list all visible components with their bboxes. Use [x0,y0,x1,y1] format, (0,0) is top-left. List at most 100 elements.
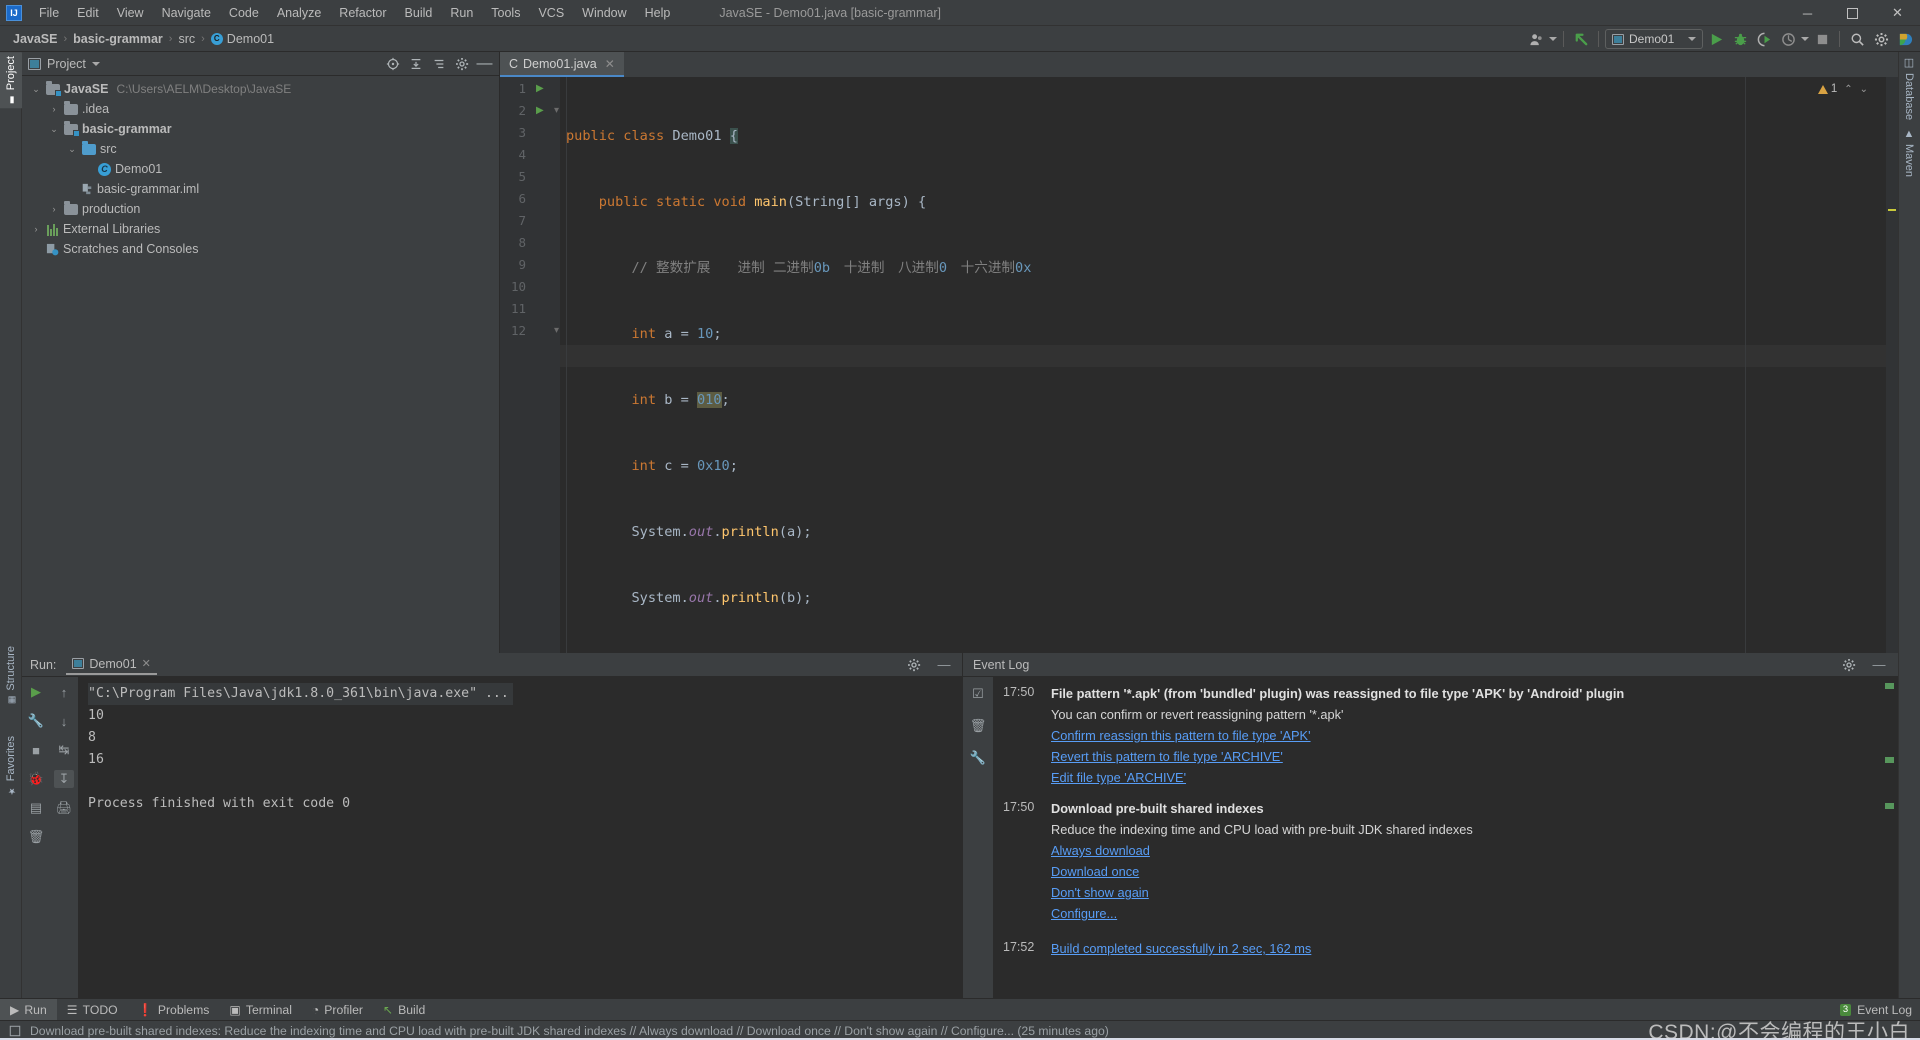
tree-twisty[interactable]: ⌄ [48,124,60,135]
debug-button[interactable] [1729,28,1751,50]
event-link-dont-show-again[interactable]: Don't show again [1051,882,1149,903]
code-fold-icon[interactable]: ▾ [554,325,559,336]
tool-button-profiler[interactable]: ◔ Profiler [302,999,373,1021]
edit-configuration-button[interactable]: 🔧 [26,712,46,730]
tree-node-demo01[interactable]: C Demo01 [22,159,499,179]
stop-button[interactable]: ■ [26,741,46,759]
tree-twisty[interactable]: ⌄ [66,144,78,155]
tree-node-external-libraries[interactable]: › External Libraries [22,219,499,239]
editor-body[interactable]: 1 2 3 4 5 6 7 8 9 10 11 12 ▶ ▶ ▾ ▾ publi… [500,77,1898,653]
settings-gear-icon[interactable] [1840,656,1858,674]
settings-gear-icon[interactable] [1870,28,1892,50]
clear-all-icon[interactable]: 🗑 [969,717,987,735]
run-configuration-selector[interactable]: Demo01 [1605,29,1703,49]
settings-gear-icon[interactable] [453,55,470,72]
settings-wrench-icon[interactable]: 🔧 [969,749,987,767]
menu-code[interactable]: Code [220,3,268,23]
event-link-configure[interactable]: Configure... [1051,903,1117,924]
event-link-edit-file-type[interactable]: Edit file type 'ARCHIVE' [1051,767,1186,788]
menu-file[interactable]: File [30,3,68,23]
event-link-revert-pattern[interactable]: Revert this pattern to file type 'ARCHIV… [1051,746,1283,767]
tool-button-build[interactable]: ↖ Build [373,999,435,1021]
event-link-download-once[interactable]: Download once [1051,861,1139,882]
sidebar-item-favorites[interactable]: ★ Favorites [0,732,22,799]
tool-button-todo[interactable]: ☰ TODO [57,999,128,1021]
maximize-button[interactable] [1830,0,1875,26]
menu-refactor[interactable]: Refactor [330,3,395,23]
tree-node-scratches[interactable]: Scratches and Consoles [22,239,499,259]
breadcrumb-demo01[interactable]: C Demo01 [206,30,279,48]
scroll-to-end-button[interactable]: ↧ [54,770,74,788]
event-link-always-download[interactable]: Always download [1051,840,1150,861]
run-button[interactable] [1705,28,1727,50]
editor-gutter[interactable]: 1 2 3 4 5 6 7 8 9 10 11 12 ▶ ▶ ▾ ▾ [500,77,560,653]
menu-analyze[interactable]: Analyze [268,3,330,23]
editor-scroll-markers[interactable] [1886,77,1898,653]
breadcrumb-src[interactable]: src [173,30,200,48]
run-with-coverage-button[interactable] [1753,28,1775,50]
run-panel-tab[interactable]: Demo01 ✕ [66,655,157,675]
update-project-icon[interactable] [1570,28,1592,50]
tool-button-terminal[interactable]: ▣ Terminal [219,999,302,1021]
console-output[interactable]: "C:\Program Files\Java\jdk1.8.0_361\bin\… [78,677,962,998]
tree-node-production[interactable]: › production [22,199,499,219]
ide-feature-icon[interactable] [1894,28,1916,50]
user-account-icon[interactable] [1525,28,1547,50]
close-icon[interactable]: ✕ [605,57,615,71]
tree-twisty[interactable]: › [48,204,60,214]
close-icon[interactable]: ✕ [142,657,151,670]
code-content[interactable]: public class Demo01 { public static void… [560,77,1898,653]
profiler-button[interactable] [1777,28,1799,50]
mark-all-read-icon[interactable]: ☑ [969,685,987,703]
stop-button[interactable] [1811,28,1833,50]
tool-button-run[interactable]: ▶ Run [0,998,57,1021]
project-tree[interactable]: ⌄ JavaSE C:\Users\AELM\Desktop\JavaSE › … [22,76,499,653]
event-link-build-completed[interactable]: Build completed successfully in 2 sec, 1… [1051,938,1311,959]
warning-marker[interactable] [1888,209,1896,211]
close-button[interactable]: ✕ [1875,0,1920,26]
minimize-button[interactable]: ─ [1785,0,1830,26]
soft-wrap-button[interactable]: ↹ [54,741,74,759]
scroll-marker[interactable] [1885,803,1894,809]
user-account-dropdown-caret[interactable] [1549,37,1557,41]
layout-button[interactable]: ▤ [26,799,46,817]
breadcrumb-javase[interactable]: JavaSE [8,30,62,48]
menu-tools[interactable]: Tools [482,3,529,23]
profiler-dropdown-caret[interactable] [1801,37,1809,41]
debug-button[interactable]: 🐞 [26,770,46,788]
tree-node-basic-grammar[interactable]: ⌄ basic-grammar [22,119,499,139]
select-opened-file-icon[interactable] [384,55,401,72]
tree-node-iml[interactable]: basic-grammar.iml [22,179,499,199]
tool-button-event-log-label[interactable]: Event Log [1857,1003,1912,1017]
sidebar-item-structure[interactable]: ▦ Structure [0,642,22,709]
hide-panel-icon[interactable]: — [476,55,493,72]
scroll-marker[interactable] [1885,757,1894,763]
menu-edit[interactable]: Edit [68,3,108,23]
scroll-up-button[interactable]: ↑ [54,683,74,701]
hide-panel-icon[interactable]: — [1870,656,1888,674]
tree-node-idea[interactable]: › .idea [22,99,499,119]
tree-twisty[interactable]: › [48,104,60,114]
expand-all-icon[interactable] [430,55,447,72]
collapse-all-icon[interactable] [407,55,424,72]
sidebar-item-maven[interactable]: ▲ Maven [1898,124,1920,181]
tree-node-javase[interactable]: ⌄ JavaSE C:\Users\AELM\Desktop\JavaSE [22,79,499,99]
search-everywhere-icon[interactable] [1846,28,1868,50]
scroll-marker[interactable] [1885,683,1894,689]
menu-vcs[interactable]: VCS [529,3,573,23]
sidebar-item-database[interactable]: ◫ Database [1898,52,1920,124]
scroll-down-button[interactable]: ↓ [54,712,74,730]
event-link-confirm-reassign[interactable]: Confirm reassign this pattern to file ty… [1051,725,1311,746]
status-bar-message[interactable]: Download pre-built shared indexes: Reduc… [30,1024,1109,1038]
menu-run[interactable]: Run [441,3,482,23]
previous-problem-icon[interactable]: ⌃ [1844,84,1852,95]
print-button[interactable]: 🖨 [54,799,74,817]
menu-window[interactable]: Window [573,3,635,23]
run-gutter-icon[interactable]: ▶ [536,83,544,94]
menu-navigate[interactable]: Navigate [153,3,220,23]
hide-panel-icon[interactable]: — [934,656,954,674]
run-gutter-icon[interactable]: ▶ [536,105,544,116]
breadcrumb-basic-grammar[interactable]: basic-grammar [68,30,168,48]
event-log-list[interactable]: 17:50 File pattern '*.apk' (from 'bundle… [993,677,1898,998]
trash-button[interactable]: 🗑 [26,828,46,846]
